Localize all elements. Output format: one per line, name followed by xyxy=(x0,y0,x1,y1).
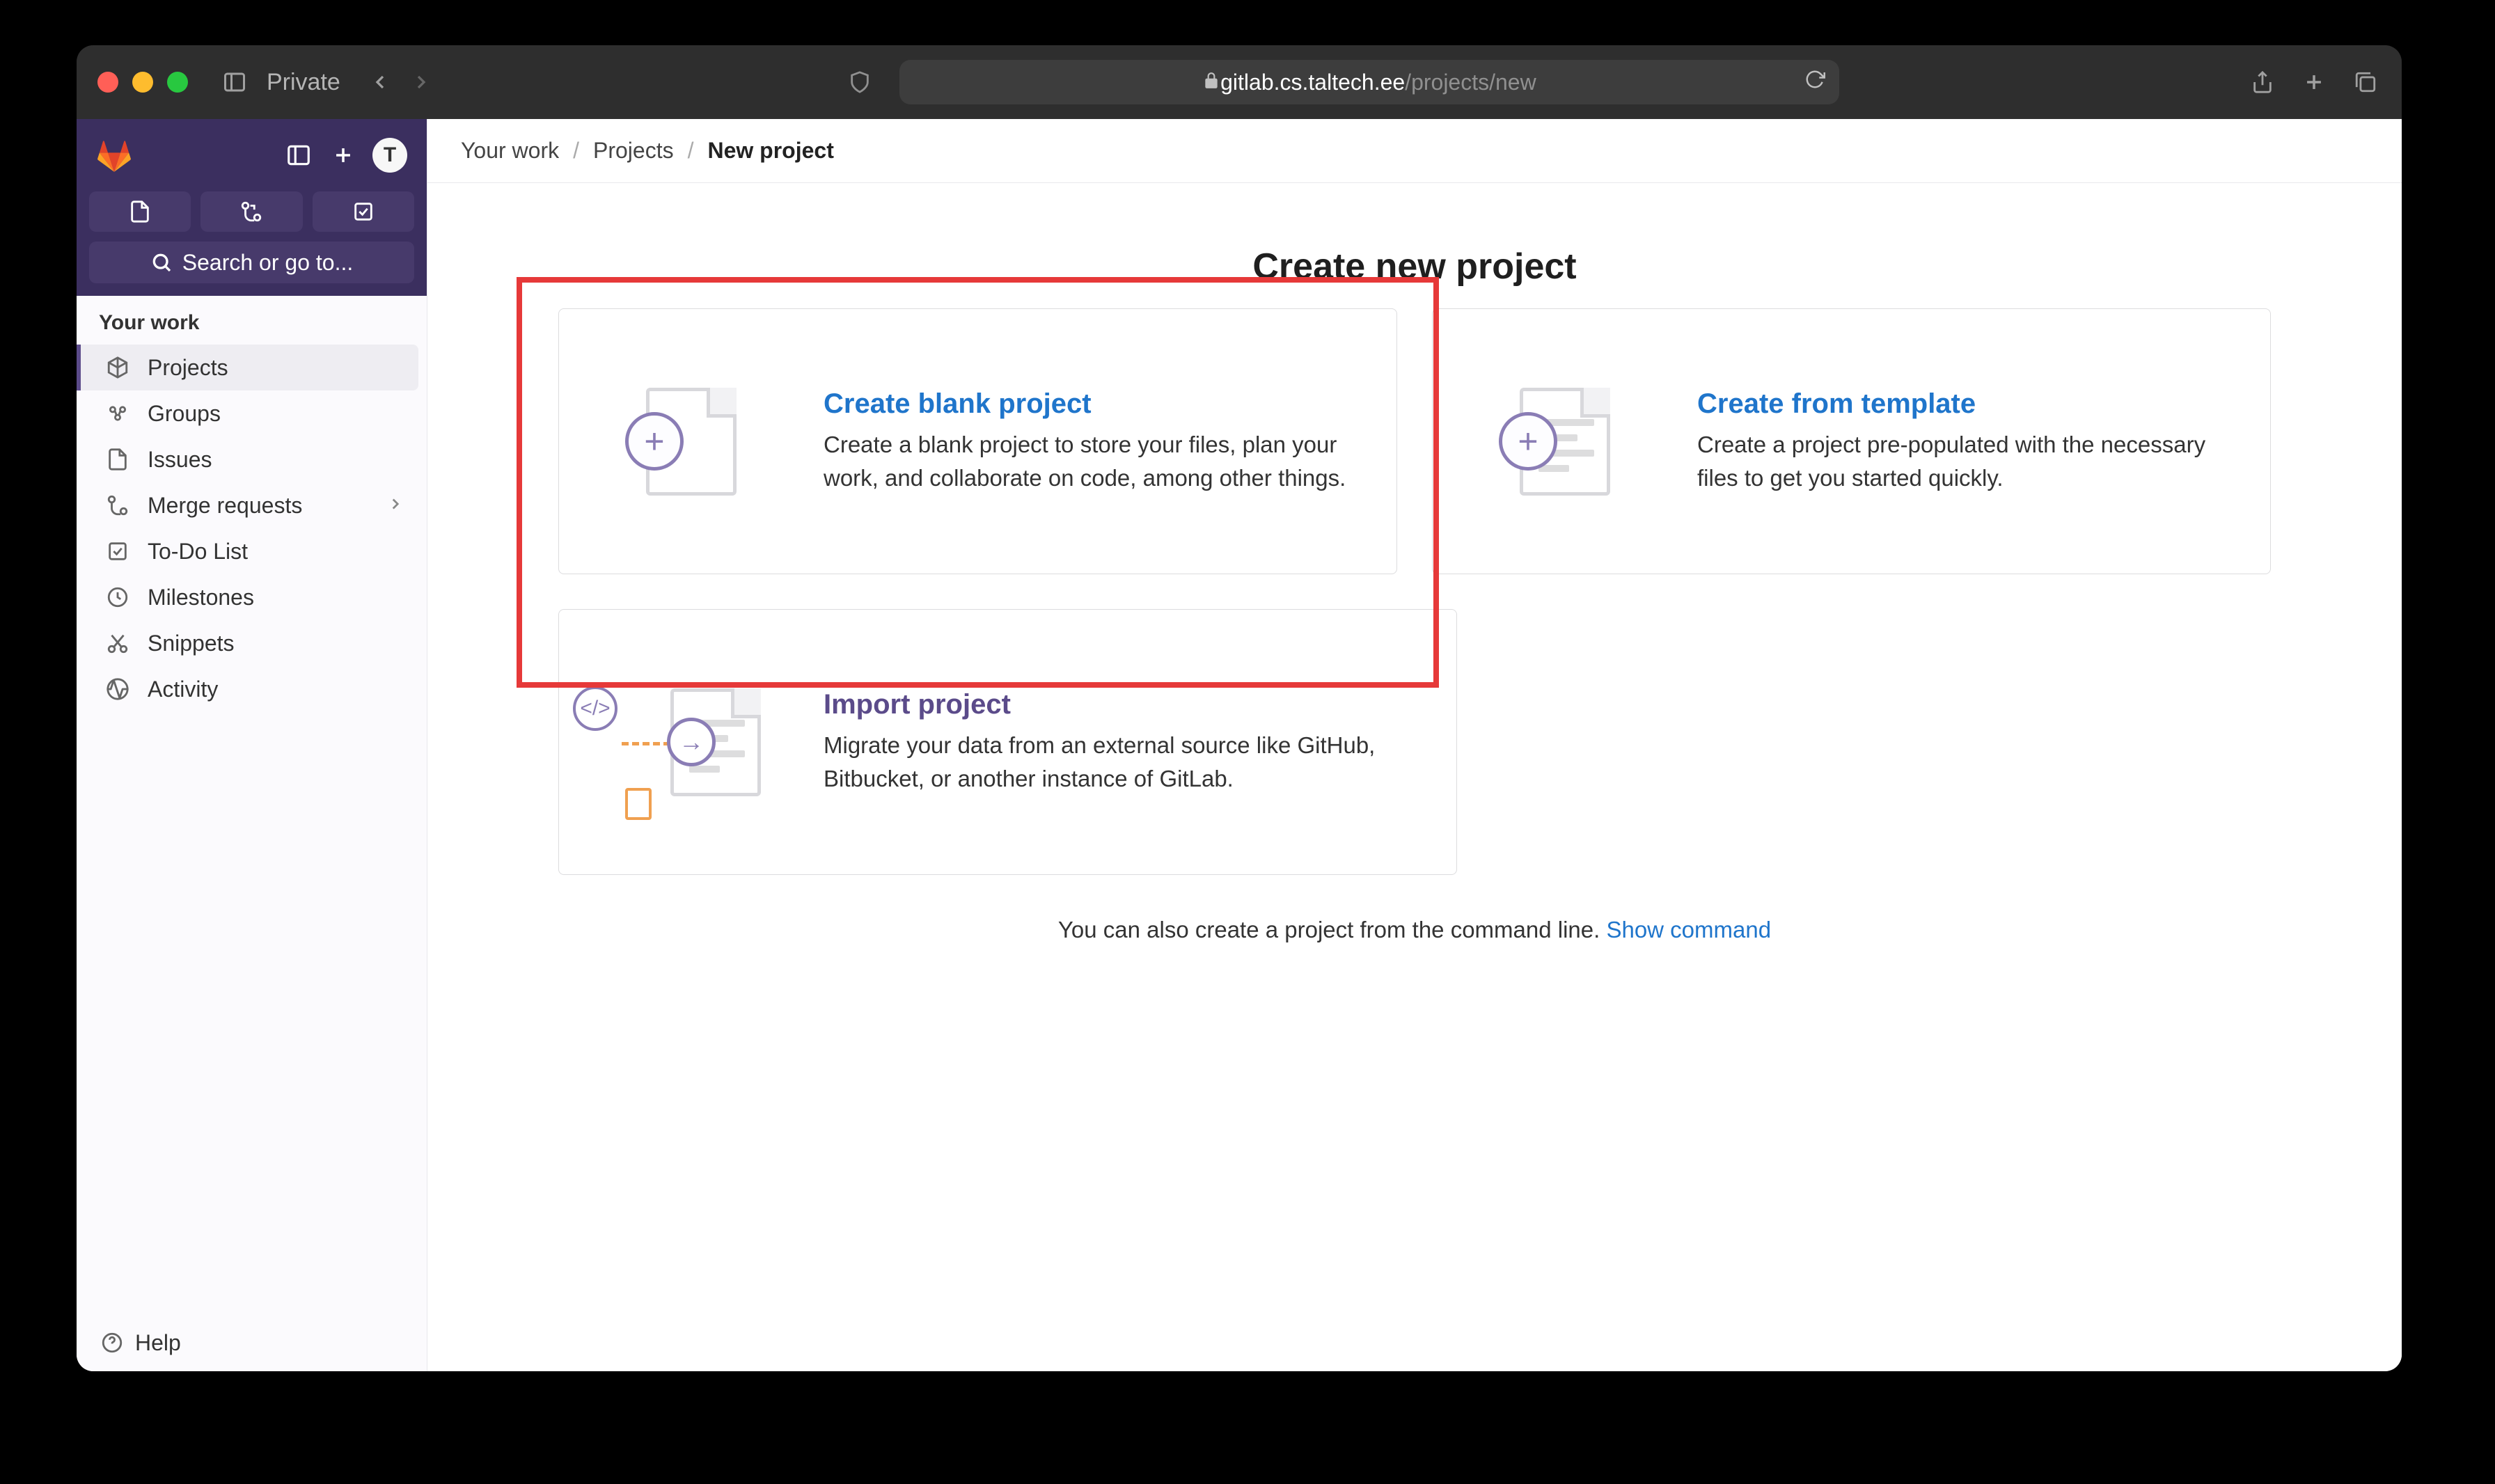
reload-icon[interactable] xyxy=(1804,69,1825,95)
tabs-overview-icon[interactable] xyxy=(2350,67,2381,97)
url-host: gitlab.cs.taltech.ee xyxy=(1220,70,1405,95)
plus-icon: + xyxy=(1499,412,1557,471)
import-project-card[interactable]: </> → Import project xyxy=(558,609,1457,875)
cmdline-prefix: You can also create a project from the c… xyxy=(1058,917,1607,942)
show-command-link[interactable]: Show command xyxy=(1606,917,1771,942)
sidebar-item-issues[interactable]: Issues xyxy=(77,436,427,482)
breadcrumb-separator: / xyxy=(688,138,694,164)
sidebar-item-label: To-Do List xyxy=(148,539,248,565)
sidebar-item-label: Projects xyxy=(148,355,228,381)
card-title: Create from template xyxy=(1697,388,2228,420)
content: Create new project + Create blank projec… xyxy=(427,183,2402,1371)
help-icon xyxy=(99,1329,125,1356)
project-icon xyxy=(104,354,131,381)
browser-toolbar: Private gitlab.cs.taltech.ee/projects/ne… xyxy=(77,45,2402,119)
breadcrumb-item[interactable]: Projects xyxy=(593,138,674,164)
issues-shortcut-button[interactable] xyxy=(89,191,191,232)
group-icon xyxy=(104,400,131,427)
activity-icon xyxy=(104,676,131,702)
template-illustration: + xyxy=(1474,372,1655,511)
sidebar-item-merge-requests[interactable]: Merge requests xyxy=(77,482,427,528)
window-controls xyxy=(97,72,188,93)
clock-icon xyxy=(104,584,131,610)
sidebar-item-label: Snippets xyxy=(148,631,235,656)
breadcrumb: Your work / Projects / New project xyxy=(427,119,2402,183)
nav-arrows xyxy=(365,67,436,97)
lock-icon xyxy=(1202,70,1220,95)
create-blank-project-card[interactable]: + Create blank project Create a blank pr… xyxy=(558,308,1397,574)
issues-icon xyxy=(104,446,131,473)
card-title: Create blank project xyxy=(824,388,1355,420)
gitlab-logo-icon[interactable] xyxy=(96,137,132,173)
app-container: T Search or go to... xyxy=(77,119,2402,1371)
user-avatar[interactable]: T xyxy=(372,138,407,173)
sidebar-item-label: Merge requests xyxy=(148,493,302,519)
blank-project-illustration: + xyxy=(601,372,782,511)
sidebar-section-label: Your work xyxy=(77,296,427,345)
browser-right-icons xyxy=(2247,67,2381,97)
create-new-icon[interactable] xyxy=(328,140,359,171)
search-placeholder: Search or go to... xyxy=(182,250,353,276)
maximize-window-icon[interactable] xyxy=(167,72,188,93)
browser-window: Private gitlab.cs.taltech.ee/projects/ne… xyxy=(77,45,2402,1371)
sidebar-item-label: Activity xyxy=(148,677,218,702)
code-icon: </> xyxy=(573,686,617,731)
sidebar-toggle-group: Private xyxy=(219,67,340,97)
help-label: Help xyxy=(135,1330,181,1356)
forward-button[interactable] xyxy=(406,67,436,97)
card-description: Migrate your data from an external sourc… xyxy=(824,729,1415,796)
sidebar: T Search or go to... xyxy=(77,119,427,1371)
chevron-right-icon xyxy=(386,493,404,519)
snippets-icon xyxy=(104,630,131,656)
card-description: Create a blank project to store your fil… xyxy=(824,428,1355,495)
sidebar-item-label: Groups xyxy=(148,401,221,427)
todos-shortcut-button[interactable] xyxy=(313,191,414,232)
merge-icon xyxy=(104,492,131,519)
command-line-hint: You can also create a project from the c… xyxy=(497,917,2332,943)
arrow-right-icon: → xyxy=(667,718,716,766)
plus-icon: + xyxy=(625,412,684,471)
small-doc-icon xyxy=(625,788,652,820)
create-from-template-card[interactable]: + Create from template Create a project … xyxy=(1432,308,2271,574)
breadcrumb-item[interactable]: Your work xyxy=(461,138,559,164)
sidebar-item-snippets[interactable]: Snippets xyxy=(77,620,427,666)
todo-icon xyxy=(104,538,131,565)
share-icon[interactable] xyxy=(2247,67,2278,97)
sidebar-item-projects[interactable]: Projects xyxy=(77,345,418,390)
card-description: Create a project pre-populated with the … xyxy=(1697,428,2228,495)
minimize-window-icon[interactable] xyxy=(132,72,153,93)
new-tab-icon[interactable] xyxy=(2299,67,2329,97)
help-button[interactable]: Help xyxy=(77,1313,427,1371)
avatar-letter: T xyxy=(384,143,396,167)
card-title: Import project xyxy=(824,689,1415,720)
sidebar-item-todo-list[interactable]: To-Do List xyxy=(77,528,427,574)
merge-requests-shortcut-button[interactable] xyxy=(200,191,302,232)
sidebar-item-label: Milestones xyxy=(148,585,254,610)
sidebar-toggle-icon[interactable] xyxy=(219,67,250,97)
url-path: /projects/new xyxy=(1405,70,1536,95)
private-label: Private xyxy=(267,69,340,96)
url-bar[interactable]: gitlab.cs.taltech.ee/projects/new xyxy=(899,60,1839,104)
close-window-icon[interactable] xyxy=(97,72,118,93)
privacy-shield-icon[interactable] xyxy=(844,67,875,97)
sidebar-item-milestones[interactable]: Milestones xyxy=(77,574,427,620)
cards-grid: + Create blank project Create a blank pr… xyxy=(558,308,2271,875)
import-illustration: </> → xyxy=(601,672,782,812)
search-button[interactable]: Search or go to... xyxy=(89,242,414,283)
sidebar-item-label: Issues xyxy=(148,447,212,473)
collapse-sidebar-icon[interactable] xyxy=(283,140,314,171)
main-area: Your work / Projects / New project Creat… xyxy=(427,119,2402,1371)
sidebar-item-groups[interactable]: Groups xyxy=(77,390,427,436)
back-button[interactable] xyxy=(365,67,395,97)
sidebar-item-activity[interactable]: Activity xyxy=(77,666,427,712)
breadcrumb-item-current: New project xyxy=(707,138,833,164)
sidebar-header: T xyxy=(77,119,427,191)
breadcrumb-separator: / xyxy=(573,138,579,164)
sidebar-pills: Search or go to... xyxy=(77,191,427,296)
page-title: Create new project xyxy=(497,246,2332,287)
